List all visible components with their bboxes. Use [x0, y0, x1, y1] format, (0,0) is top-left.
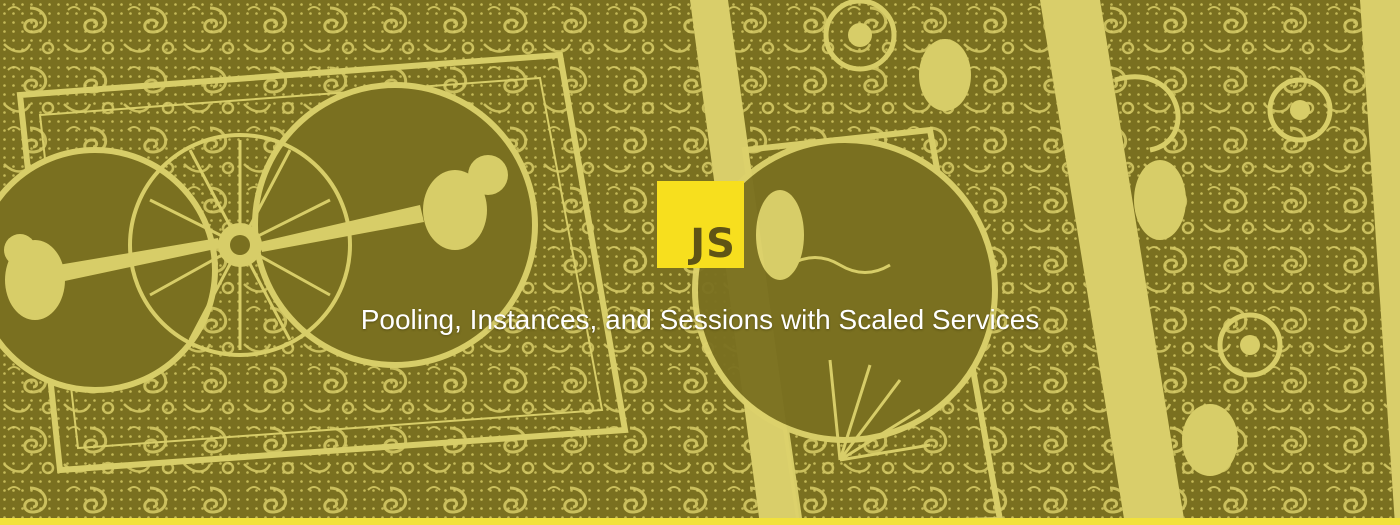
bottom-accent-bar — [0, 518, 1400, 525]
page-title: Pooling, Instances, and Sessions with Sc… — [360, 304, 1040, 335]
card-back-left — [0, 0, 760, 525]
js-logo-text: JS — [690, 221, 736, 267]
hero-banner: JS Pooling, Instances, and Sessions with… — [0, 0, 1400, 525]
js-logo-icon: JS — [657, 181, 744, 268]
